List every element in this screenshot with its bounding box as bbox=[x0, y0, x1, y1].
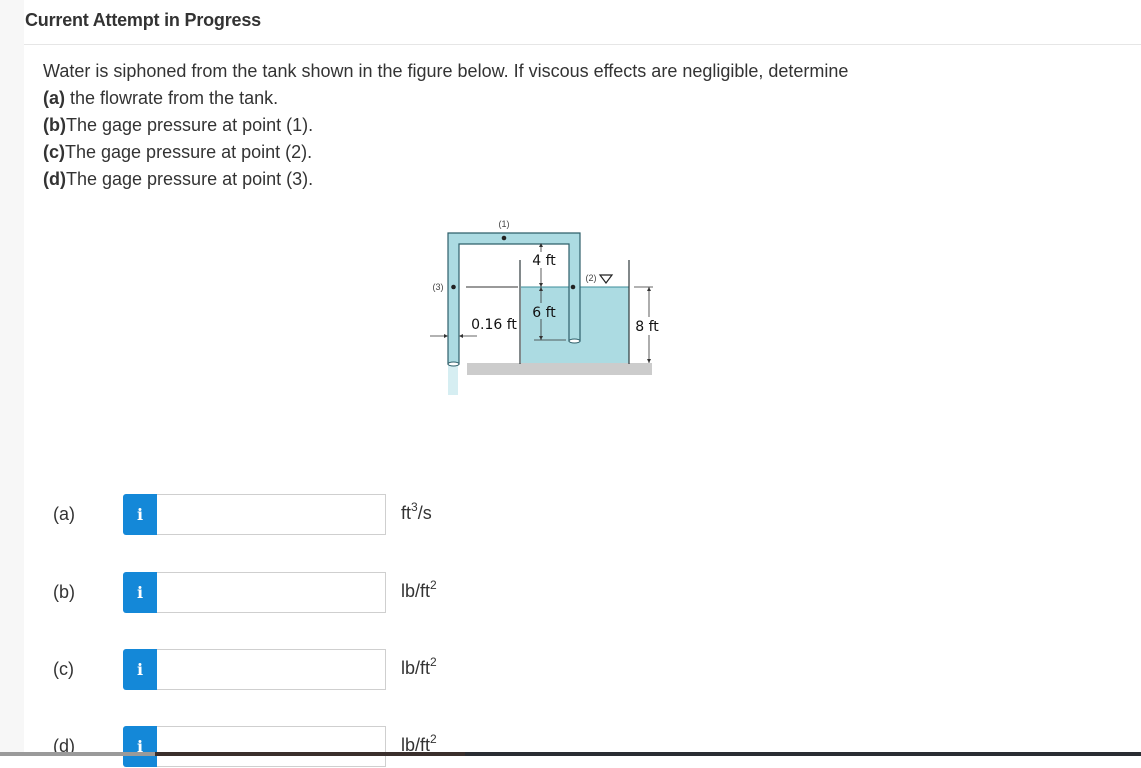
unit-exponent: 2 bbox=[430, 732, 437, 746]
answer-row-c: (c) i lb/ft2 bbox=[0, 649, 600, 691]
unit-tail: /s bbox=[417, 503, 432, 523]
point-2-label: (2) bbox=[586, 273, 597, 283]
bottom-bar bbox=[0, 752, 1141, 756]
arrow-down-icon bbox=[647, 359, 651, 363]
unit-exponent: 2 bbox=[430, 578, 437, 592]
left-gutter bbox=[0, 0, 24, 756]
part-text: the flowrate from the tank. bbox=[65, 88, 279, 108]
arrow-left-icon bbox=[459, 334, 463, 338]
outflow-stream bbox=[448, 365, 458, 395]
siphon-diagram: (1) (3) (2) 4 ft 6 ft 0.16 ft 8 ft bbox=[430, 219, 665, 395]
answer-label: (a) bbox=[53, 504, 75, 524]
bottom-bar-segment bbox=[0, 752, 155, 756]
dim-diameter-label: 0.16 ft bbox=[471, 317, 517, 333]
answer-input-b[interactable] bbox=[157, 572, 386, 613]
part-tag: (b) bbox=[43, 115, 66, 135]
dim-4ft-label: 4 ft bbox=[532, 253, 556, 269]
part-text: The gage pressure at point (3). bbox=[65, 169, 314, 189]
header: Current Attempt in Progress bbox=[24, 0, 1141, 45]
info-icon[interactable]: i bbox=[123, 572, 157, 613]
point-3-label: (3) bbox=[433, 282, 444, 292]
unit-exponent: 3 bbox=[411, 500, 418, 514]
page-title: Current Attempt in Progress bbox=[25, 10, 261, 30]
point-1-label: (1) bbox=[499, 219, 510, 229]
unit-base: lb/ft bbox=[401, 658, 431, 678]
siphon-figure: (1) (3) (2) 4 ft 6 ft 0.16 ft 8 ft bbox=[420, 212, 670, 402]
question-text: Water is siphoned from the tank shown in… bbox=[43, 58, 1043, 193]
point-1-dot bbox=[501, 235, 507, 241]
part-tag: (d) bbox=[43, 169, 66, 189]
question-part-c: (c)The gage pressure at point (2). bbox=[43, 139, 1043, 166]
part-text: The gage pressure at point (2). bbox=[65, 142, 313, 162]
info-icon[interactable]: i bbox=[123, 494, 157, 535]
answer-label: (b) bbox=[53, 582, 75, 602]
answer-input-a[interactable] bbox=[157, 494, 386, 535]
part-tag: (c) bbox=[43, 142, 65, 162]
arrow-right-icon bbox=[444, 334, 448, 338]
question-part-d: (d)The gage pressure at point (3). bbox=[43, 166, 1043, 193]
free-surface-icon bbox=[598, 274, 614, 284]
answer-row-d: (d) i lb/ft2 bbox=[0, 726, 600, 768]
question-part-b: (b)The gage pressure at point (1). bbox=[43, 112, 1043, 139]
unit-exponent: 2 bbox=[430, 655, 437, 669]
dim-6ft-label: 6 ft bbox=[532, 305, 556, 321]
answer-label: (c) bbox=[53, 659, 74, 679]
answer-input-c[interactable] bbox=[157, 649, 386, 690]
part-text: The gage pressure at point (1). bbox=[65, 115, 314, 135]
question-intro: Water is siphoned from the tank shown in… bbox=[43, 61, 849, 81]
unit-label: lb/ft2 bbox=[401, 655, 437, 679]
point-3-dot bbox=[451, 284, 456, 290]
part-tag: (a) bbox=[43, 88, 65, 108]
unit-label: ft3/s bbox=[401, 500, 432, 524]
unit-base: ft bbox=[401, 503, 412, 523]
arrow-down-icon bbox=[539, 283, 543, 287]
question-part-a: (a) the flowrate from the tank. bbox=[43, 85, 1043, 112]
arrow-up-icon bbox=[647, 287, 651, 291]
ground bbox=[467, 363, 652, 375]
pipe-inlet bbox=[568, 338, 581, 344]
info-icon[interactable]: i bbox=[123, 726, 157, 767]
unit-base: lb/ft bbox=[401, 581, 431, 601]
unit-label: lb/ft2 bbox=[401, 578, 437, 602]
bottom-bar-segment bbox=[155, 752, 465, 756]
answer-input-d[interactable] bbox=[157, 726, 386, 767]
info-icon[interactable]: i bbox=[123, 649, 157, 690]
answer-row-b: (b) i lb/ft2 bbox=[0, 572, 600, 614]
pipe-outlet bbox=[447, 361, 460, 367]
dim-8ft-label: 8 ft bbox=[635, 319, 659, 335]
point-2-dot bbox=[570, 284, 576, 290]
answer-row-a: (a) i ft3/s bbox=[0, 494, 600, 536]
